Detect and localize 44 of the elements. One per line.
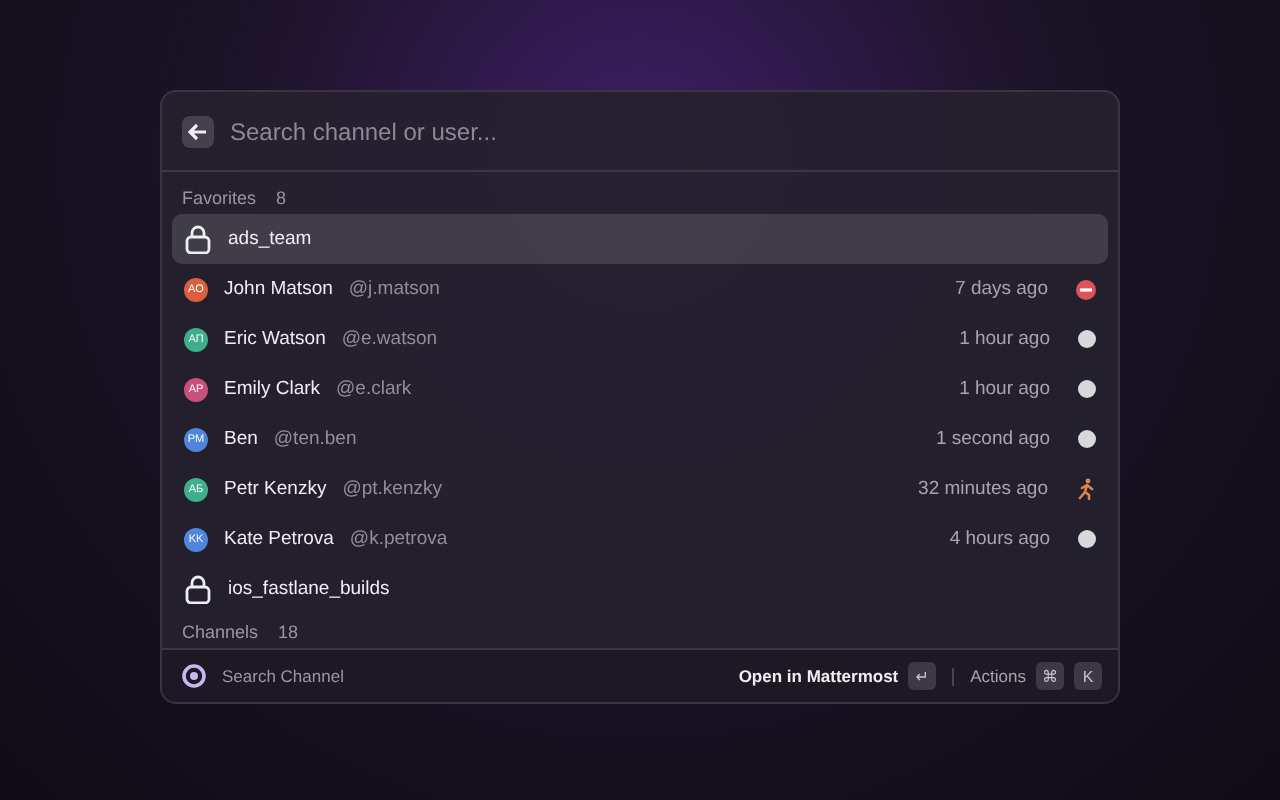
status-dot-icon bbox=[1078, 430, 1096, 448]
status-dot-icon bbox=[1078, 330, 1096, 348]
last-seen-time: 1 second ago bbox=[935, 428, 1050, 450]
left-arrow-icon bbox=[188, 121, 208, 141]
key-hint: ↵ bbox=[908, 662, 937, 690]
user-name: Emily Clark bbox=[224, 378, 321, 400]
back-button[interactable] bbox=[182, 115, 214, 147]
last-seen-time: 1 hour ago bbox=[959, 328, 1050, 350]
section-title: Favorites bbox=[182, 188, 257, 210]
user-name: Eric Watson bbox=[224, 328, 326, 350]
user-name: John Matson bbox=[224, 278, 333, 300]
open-button[interactable]: Open in Mattermost bbox=[738, 666, 899, 686]
user-handle: @e.clark bbox=[336, 378, 412, 400]
user-name: Petr Kenzky bbox=[224, 478, 327, 500]
user-name: Kate Petrova bbox=[224, 528, 334, 550]
section-title: Channels bbox=[182, 622, 259, 644]
last-seen-time: 1 hour ago bbox=[959, 378, 1050, 400]
lock-icon bbox=[184, 574, 212, 604]
app-logo-icon bbox=[182, 664, 206, 688]
user-handle: @e.watson bbox=[341, 328, 438, 350]
actions-button[interactable]: Actions bbox=[970, 666, 1026, 686]
list-item[interactable]: ios_fastlane_builds bbox=[172, 564, 1108, 614]
user-handle: @pt.kenzky bbox=[342, 478, 442, 500]
status-dot-icon bbox=[1078, 530, 1096, 548]
user-handle: @k.petrova bbox=[349, 528, 448, 550]
do-not-disturb-icon bbox=[1076, 279, 1096, 299]
section-count: 18 bbox=[278, 622, 299, 644]
key-hint: K bbox=[1074, 662, 1102, 690]
list-item[interactable]: ads_team bbox=[172, 214, 1108, 264]
user-handle: @j.matson bbox=[348, 278, 440, 300]
last-seen-time: 32 minutes ago bbox=[918, 478, 1048, 500]
user-handle: @ten.ben bbox=[273, 428, 357, 450]
footer-title: Search Channel bbox=[222, 666, 344, 686]
search-field[interactable]: Search channel or user... bbox=[230, 113, 1098, 149]
key-hint: ⌘ bbox=[1036, 662, 1064, 690]
running-person-icon bbox=[1076, 478, 1096, 500]
last-seen-time: 7 days ago bbox=[955, 278, 1048, 300]
last-seen-time: 4 hours ago bbox=[949, 528, 1050, 550]
channel-name: ios_fastlane_builds bbox=[228, 578, 390, 600]
user-name: Ben bbox=[224, 428, 258, 450]
channel-name: ads_team bbox=[228, 228, 312, 250]
lock-icon bbox=[184, 224, 212, 254]
status-dot-icon bbox=[1078, 380, 1096, 398]
section-count: 8 bbox=[276, 188, 287, 210]
